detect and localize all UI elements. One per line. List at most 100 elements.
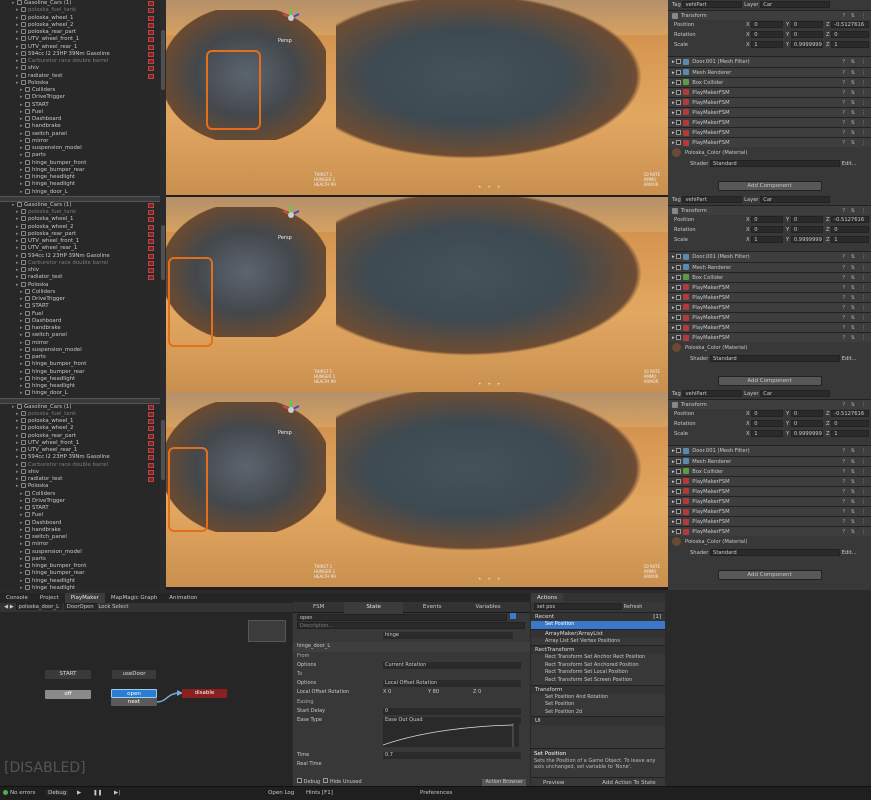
component-title[interactable]: PlayMakerFSM xyxy=(692,305,729,311)
offset-y[interactable]: Y 80 xyxy=(428,688,439,697)
scl-z-input[interactable]: 1 xyxy=(831,430,870,438)
component-title[interactable]: Transform xyxy=(681,13,707,19)
persp-label[interactable]: Persp xyxy=(278,38,292,44)
component-title[interactable]: PlayMakerFSM xyxy=(692,110,729,116)
hierarchy-item[interactable]: ▸ UTV_wheel_front_1 xyxy=(0,36,166,43)
hierarchy-item[interactable]: ▸ Dashboard xyxy=(0,519,166,527)
hierarchy-item[interactable]: ▸ poloska_wheel_2 xyxy=(0,223,166,231)
pos-x-input[interactable]: 0 xyxy=(751,410,784,418)
hierarchy-item[interactable]: ▸ Poloska xyxy=(0,483,166,490)
tag-select[interactable]: vehiPart xyxy=(682,196,743,203)
layer-select[interactable]: Car xyxy=(760,1,831,8)
hierarchy-item[interactable]: ▸ hinge_headlight xyxy=(0,174,166,181)
hierarchy-item[interactable]: ▸ hinge_bumper_front xyxy=(0,563,166,570)
component-enable-checkbox[interactable] xyxy=(676,89,682,95)
hierarchy-item[interactable]: ▸ poloska_wheel_1 xyxy=(0,14,166,22)
action-item[interactable]: Rect Transform Set Screen Position xyxy=(531,677,665,685)
fsm-object-select[interactable]: poloska_door_L xyxy=(15,603,63,610)
hierarchy-item[interactable]: ▸ shiv xyxy=(0,65,166,72)
hierarchy-item[interactable]: ▸ hinge_headlight xyxy=(0,577,166,585)
debug-dropdown[interactable]: Debug xyxy=(45,789,70,796)
component-title[interactable]: PlayMakerFSM xyxy=(692,100,729,106)
hierarchy-item[interactable]: ▸ DriveTrigger xyxy=(0,296,166,303)
hierarchy-item[interactable]: ▸ Gasoline_Cars (1) xyxy=(0,0,166,7)
state-name-input[interactable]: open xyxy=(297,614,507,621)
pos-z-input[interactable]: -0.5127616 xyxy=(831,21,870,29)
hierarchy-item[interactable]: ▸ parts xyxy=(0,354,166,361)
component-enable-checkbox[interactable] xyxy=(676,509,682,515)
hierarchy-item[interactable]: ▸ Colliders xyxy=(0,490,166,498)
add-component-button[interactable]: Add Component xyxy=(717,181,822,192)
hierarchy-item[interactable]: ▸ poloska_fuel_tank xyxy=(0,410,166,418)
state-color-swatch[interactable] xyxy=(510,613,516,619)
hierarchy-item[interactable]: ▸ parts xyxy=(0,152,166,159)
scl-z-input[interactable]: 1 xyxy=(831,41,870,49)
component-title[interactable]: PlayMakerFSM xyxy=(692,335,729,341)
component-title[interactable]: Transform xyxy=(681,208,707,214)
hierarchy-item[interactable]: ▸ hinge_bumper_front xyxy=(0,361,166,368)
hierarchy-item[interactable]: ▸ hinge_bumper_front xyxy=(0,159,166,167)
hierarchy-item[interactable]: ▸ DriveTrigger xyxy=(0,94,166,101)
scene-viewport[interactable]: Persp THIRST 1 HUNGER 1 HEALTH 99 10 RATE … xyxy=(166,392,668,587)
debug-checkbox[interactable] xyxy=(297,778,302,783)
hierarchy-item[interactable]: ▸ 594cc I2 23HP 39Nm Gasoline xyxy=(0,50,166,58)
shader-select[interactable]: Standard xyxy=(710,549,841,557)
hierarchy-item[interactable]: ▸ poloska_fuel_tank xyxy=(0,209,166,216)
hierarchy-item[interactable]: ▸ mirror xyxy=(0,541,166,548)
component-title[interactable]: Box Collider xyxy=(692,469,723,475)
component-enable-checkbox[interactable] xyxy=(676,284,682,290)
scl-x-input[interactable]: 1 xyxy=(751,430,784,438)
scl-z-input[interactable]: 1 xyxy=(831,236,870,244)
hierarchy-item[interactable]: ▸ hinge_headlight xyxy=(0,383,166,390)
hierarchy-item[interactable]: ▸ poloska_rear_part xyxy=(0,230,166,238)
component-enable-checkbox[interactable] xyxy=(676,294,682,300)
array-section[interactable]: ArrayMaker/ArrayList xyxy=(531,628,665,638)
transition-next[interactable]: next xyxy=(111,698,157,706)
component-title[interactable]: PlayMakerFSM xyxy=(692,90,729,96)
recent-section[interactable]: Recent xyxy=(535,614,554,620)
scl-y-input[interactable]: 0.9999999 xyxy=(790,430,823,438)
component-title[interactable]: Transform xyxy=(681,402,707,408)
start-node[interactable]: START xyxy=(45,670,91,679)
persp-label[interactable]: Persp xyxy=(278,430,292,436)
action-item[interactable]: Set Position 2d xyxy=(531,709,665,717)
component-enable-checkbox[interactable] xyxy=(676,335,682,341)
component-title[interactable]: PlayMakerFSM xyxy=(692,295,729,301)
hierarchy-item[interactable]: ▸ UTV_wheel_rear_1 xyxy=(0,43,166,51)
tab-state[interactable]: State xyxy=(344,602,403,613)
hierarchy-item[interactable]: ▸ DriveTrigger xyxy=(0,497,166,505)
hierarchy-item[interactable]: ▸ poloska_wheel_1 xyxy=(0,216,166,223)
hierarchy-item[interactable]: ▸ handbrake xyxy=(0,123,166,130)
component-enable-checkbox[interactable] xyxy=(676,478,682,484)
hierarchy-item[interactable]: ▸ 594cc I2 23HP 39Nm Gasoline xyxy=(0,454,166,461)
rot-y-input[interactable]: 0 xyxy=(790,420,823,428)
hierarchy-item[interactable]: ▸ suspension_model xyxy=(0,145,166,152)
hierarchy-item[interactable]: ▸ Poloska xyxy=(0,281,166,289)
hierarchy-item[interactable]: ▸ hinge_bumper_rear xyxy=(0,570,166,577)
component-enable-checkbox[interactable] xyxy=(676,130,682,136)
transform-section[interactable]: Transform xyxy=(531,684,665,694)
hierarchy-item[interactable]: ▸ Poloska xyxy=(0,79,166,87)
hierarchy-item[interactable]: ▸ UTV_wheel_front_1 xyxy=(0,439,166,447)
rot-y-input[interactable]: 0 xyxy=(790,226,823,234)
shader-edit-button[interactable]: Edit... xyxy=(842,161,857,167)
component-enable-checkbox[interactable] xyxy=(676,264,682,270)
hierarchy-item[interactable]: ▸ shiv xyxy=(0,468,166,476)
hierarchy-item[interactable]: ▸ Gasoline_Cars (1) xyxy=(0,403,166,411)
hierarchy-item[interactable]: ▸ switch_panel xyxy=(0,332,166,339)
hierarchy-item[interactable]: ▸ hinge_door_L xyxy=(0,390,166,397)
pos-z-input[interactable]: -0.5127616 xyxy=(831,216,870,224)
component-title[interactable]: PlayMakerFSM xyxy=(692,479,729,485)
hierarchy-item[interactable]: ▸ parts xyxy=(0,555,166,563)
hierarchy-item[interactable]: ▸ hinge_door_L xyxy=(0,188,166,196)
component-enable-checkbox[interactable] xyxy=(676,120,682,126)
hierarchy-item[interactable]: ▸ Colliders xyxy=(0,288,166,296)
component-enable-checkbox[interactable] xyxy=(676,325,682,331)
to-options-select[interactable]: Local Offset Rotation xyxy=(383,680,521,688)
door-selection-outline[interactable] xyxy=(168,447,208,532)
offset-x[interactable]: X 0 xyxy=(383,688,391,697)
scene-viewport[interactable]: Persp THIRST 1 HUNGER 1 HEALTH 99 10 RATE … xyxy=(166,0,668,195)
component-enable-checkbox[interactable] xyxy=(676,488,682,494)
start-delay-input[interactable]: 0 xyxy=(383,707,521,715)
hierarchy-item[interactable]: ▸ mirror xyxy=(0,137,166,145)
